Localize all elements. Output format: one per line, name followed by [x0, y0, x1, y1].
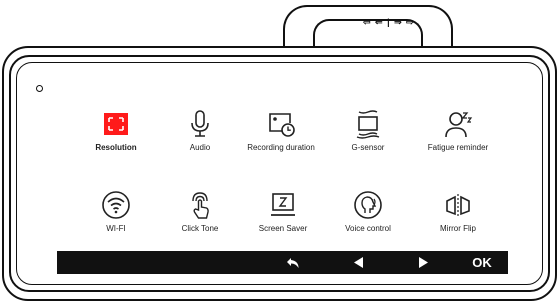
bottom-nav-bar: OK — [57, 251, 508, 274]
microphone-icon — [185, 109, 215, 139]
resolution-icon — [101, 109, 131, 139]
menu-item-label: Fatigue reminder — [427, 143, 489, 152]
next-button[interactable] — [408, 251, 438, 274]
mirror-flip-icon — [443, 190, 473, 220]
fatigue-reminder-icon — [443, 109, 473, 139]
settings-screen: Resolution Audio Recording duration G-se… — [57, 94, 508, 274]
menu-item-label: Mirror Flip — [440, 224, 476, 233]
previous-button[interactable] — [344, 251, 374, 274]
mount-arrows-label: ⇦ ⇐ | ⇒ ⇨ — [363, 17, 415, 27]
menu-item-voice-control[interactable]: Voice control — [322, 190, 414, 260]
g-sensor-icon — [353, 109, 383, 139]
recording-duration-icon — [266, 109, 296, 139]
left-triangle-icon — [354, 257, 364, 268]
back-button[interactable] — [278, 251, 308, 274]
menu-item-mirror-flip[interactable]: Mirror Flip — [412, 190, 504, 260]
camera-lens — [36, 85, 43, 92]
screen-saver-icon — [268, 190, 298, 220]
back-arrow-icon — [286, 257, 300, 269]
wifi-icon — [101, 190, 131, 220]
right-triangle-icon — [418, 257, 428, 268]
voice-control-icon — [353, 190, 383, 220]
menu-item-fatigue-reminder[interactable]: Fatigue reminder — [412, 109, 504, 179]
click-tone-icon — [185, 190, 215, 220]
ok-button[interactable]: OK — [467, 251, 497, 274]
menu-item-g-sensor[interactable]: G-sensor — [322, 109, 414, 179]
